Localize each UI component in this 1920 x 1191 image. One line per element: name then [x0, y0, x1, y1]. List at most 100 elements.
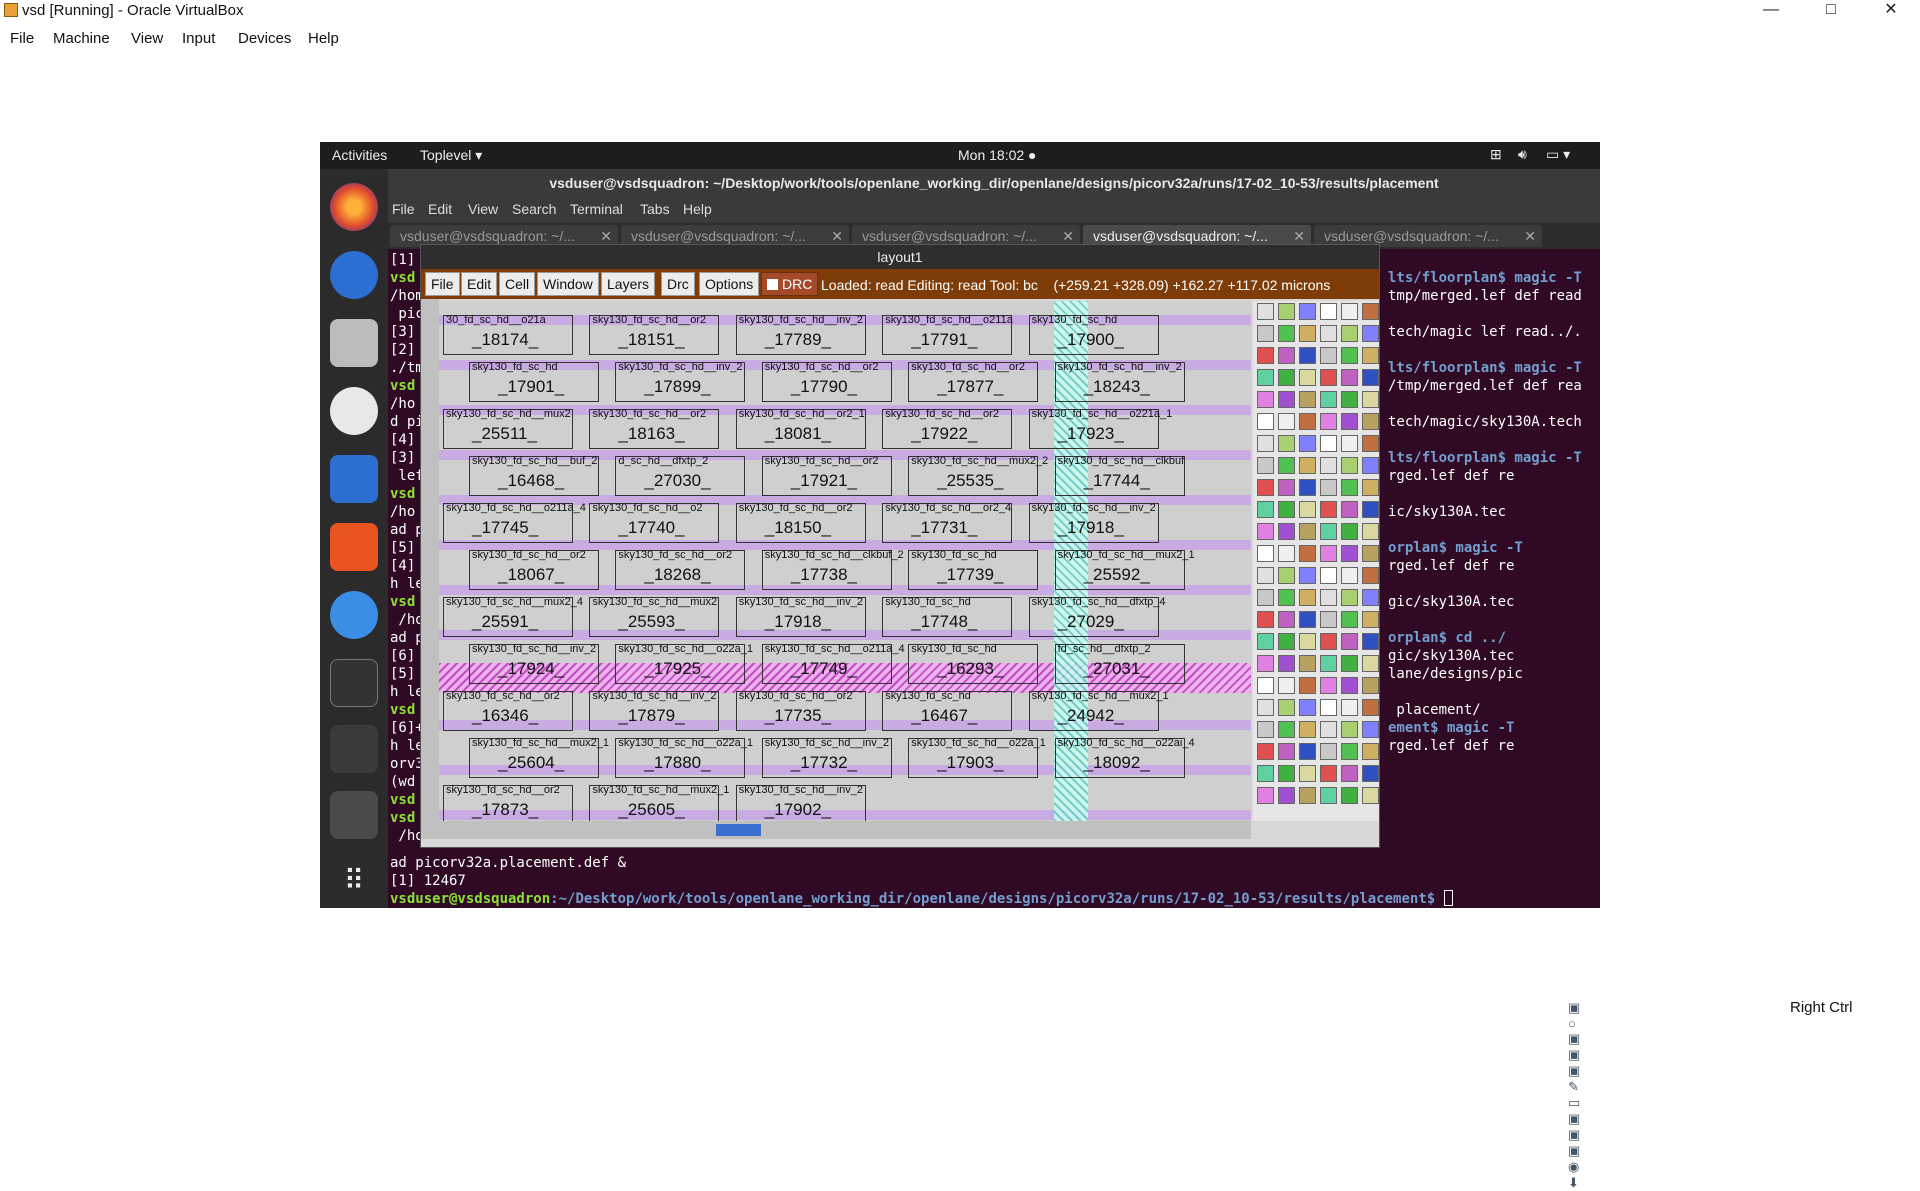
layer-swatch[interactable] — [1362, 435, 1379, 452]
std-cell[interactable]: sky130_fd_sc_hd__o211a_4 _17745_ — [443, 502, 586, 543]
std-cell[interactable]: sky130_fd_sc_hd__or2_4 _17731_ — [882, 502, 1013, 543]
layer-swatch[interactable] — [1278, 655, 1295, 672]
layer-swatch[interactable] — [1278, 611, 1295, 628]
std-cell[interactable]: sky130_fd_sc_hd__mux2_1 _25592_ — [1054, 549, 1195, 590]
std-cell[interactable]: sky130_fd_sc_hd__or2 _18163_ — [589, 408, 720, 449]
terminal-menu-search[interactable]: Search — [512, 201, 556, 217]
std-cell[interactable]: sky130_fd_sc_hd__or2 _17877_ — [908, 361, 1039, 402]
std-cell[interactable]: sky130_fd_sc_hd _16467_ — [882, 690, 1013, 731]
std-cell[interactable]: sky130_fd_sc_hd__inv_2 _17899_ — [615, 361, 746, 402]
layer-swatch[interactable] — [1299, 589, 1316, 606]
help-icon[interactable] — [330, 591, 378, 639]
activities-button[interactable]: Activities — [332, 147, 387, 163]
layer-swatch[interactable] — [1257, 765, 1274, 782]
layer-swatch[interactable] — [1299, 435, 1316, 452]
layer-swatch[interactable] — [1362, 501, 1379, 518]
layer-swatch[interactable] — [1320, 435, 1337, 452]
std-cell[interactable]: sky130_fd_sc_hd__o22ai_4 _18092_ — [1054, 737, 1195, 778]
std-cell[interactable]: sky130_fd_sc_hd__mux2 _25593_ — [589, 596, 720, 637]
std-cell[interactable]: sky130_fd_sc_hd__o221a_1 _17923_ — [1028, 408, 1172, 449]
layer-swatch[interactable] — [1320, 787, 1337, 804]
std-cell[interactable]: sky130_fd_sc_hd__o211a _17791_ — [882, 314, 1013, 355]
layout-canvas[interactable]: 30_fd_sc_hd__o21a _18174_ sky130_fd_sc_hd_… — [439, 301, 1251, 821]
layer-swatch[interactable] — [1320, 545, 1337, 562]
std-cell[interactable]: sky130_fd_sc_hd__inv_2 _18243_ — [1054, 361, 1185, 402]
vertical-scrollbar[interactable] — [421, 299, 439, 821]
terminal-menu-tabs[interactable]: Tabs — [640, 201, 670, 217]
std-cell[interactable]: 30_fd_sc_hd__o21a _18174_ — [443, 314, 573, 355]
terminal-prompt[interactable]: vsduser@vsdsquadron:~/Desktop/work/tools… — [390, 890, 1453, 908]
layer-swatch[interactable] — [1320, 325, 1337, 342]
layer-swatch[interactable] — [1278, 347, 1295, 364]
layer-swatch[interactable] — [1362, 369, 1379, 386]
layer-swatch[interactable] — [1341, 787, 1358, 804]
layer-swatch[interactable] — [1278, 589, 1295, 606]
terminal-icon[interactable] — [330, 659, 378, 707]
layer-palette[interactable] — [1253, 301, 1379, 821]
layer-swatch[interactable] — [1362, 589, 1379, 606]
layer-swatch[interactable] — [1341, 325, 1358, 342]
layer-swatch[interactable] — [1299, 369, 1316, 386]
layer-swatch[interactable] — [1257, 611, 1274, 628]
close-button[interactable]: ✕ — [1868, 0, 1914, 22]
blocked-app-icon[interactable] — [330, 725, 378, 773]
layer-swatch[interactable] — [1299, 721, 1316, 738]
std-cell[interactable]: sky130_fd_sc_hd__inv_2 _17924_ — [469, 643, 599, 684]
horizontal-scrollbar[interactable] — [421, 821, 1251, 839]
layer-swatch[interactable] — [1278, 457, 1295, 474]
std-cell[interactable]: sky130_fd_sc_hd__clkbuf _17744_ — [1054, 455, 1185, 496]
std-cell[interactable]: sky130_fd_sc_hd__o2 _17740_ — [589, 502, 720, 543]
terminal-menu-view[interactable]: View — [468, 201, 498, 217]
std-cell[interactable]: sky130_fd_sc_hd__o22a_1 _17880_ — [615, 737, 753, 778]
menu-help[interactable]: Help — [308, 30, 339, 47]
layer-swatch[interactable] — [1362, 457, 1379, 474]
terminal-menu-terminal[interactable]: Terminal — [570, 201, 623, 217]
layer-swatch[interactable] — [1278, 325, 1295, 342]
layer-swatch[interactable] — [1257, 413, 1274, 430]
layer-swatch[interactable] — [1320, 611, 1337, 628]
layer-swatch[interactable] — [1299, 545, 1316, 562]
layer-swatch[interactable] — [1362, 413, 1379, 430]
layer-swatch[interactable] — [1362, 303, 1379, 320]
clock[interactable]: Mon 18:02 ● — [958, 147, 1037, 163]
layer-swatch[interactable] — [1299, 677, 1316, 694]
layer-swatch[interactable] — [1341, 369, 1358, 386]
layer-swatch[interactable] — [1341, 413, 1358, 430]
scrollbar-thumb[interactable] — [716, 824, 761, 836]
std-cell[interactable]: sky130_fd_sc_hd__o22a_1 _17925_ — [615, 643, 753, 684]
layer-swatch[interactable] — [1320, 391, 1337, 408]
layer-swatch[interactable] — [1257, 369, 1274, 386]
menu-devices[interactable]: Devices — [238, 30, 291, 47]
layer-swatch[interactable] — [1341, 479, 1358, 496]
std-cell[interactable]: sky130_fd_sc_hd__clkbuf_2 _17738_ — [761, 549, 904, 590]
layer-swatch[interactable] — [1320, 369, 1337, 386]
std-cell[interactable]: sky130_fd_sc_hd__mux2_1 _25604_ — [469, 737, 609, 778]
layer-swatch[interactable] — [1299, 523, 1316, 540]
layer-swatch[interactable] — [1362, 765, 1379, 782]
layer-swatch[interactable] — [1341, 721, 1358, 738]
layer-swatch[interactable] — [1362, 699, 1379, 716]
layer-swatch[interactable] — [1341, 589, 1358, 606]
layer-swatch[interactable] — [1341, 633, 1358, 650]
layer-swatch[interactable] — [1299, 391, 1316, 408]
layer-swatch[interactable] — [1320, 413, 1337, 430]
magic-menu-edit[interactable]: Edit — [461, 272, 498, 296]
layer-swatch[interactable] — [1257, 545, 1274, 562]
minimize-button[interactable]: — — [1748, 0, 1794, 22]
layer-swatch[interactable] — [1299, 743, 1316, 760]
std-cell[interactable]: fd_sc_hd__dfxtp_2 _27031_ — [1054, 643, 1185, 684]
layer-swatch[interactable] — [1341, 457, 1358, 474]
layer-swatch[interactable] — [1341, 501, 1358, 518]
layer-swatch[interactable] — [1299, 611, 1316, 628]
std-cell[interactable]: sky130_fd_sc_hd__or2 _17922_ — [882, 408, 1013, 449]
layer-swatch[interactable] — [1257, 391, 1274, 408]
layer-swatch[interactable] — [1299, 655, 1316, 672]
layer-swatch[interactable] — [1362, 611, 1379, 628]
layer-swatch[interactable] — [1341, 303, 1358, 320]
files-icon[interactable] — [330, 319, 378, 367]
magic-menu-options[interactable]: Options — [699, 272, 760, 296]
std-cell[interactable]: sky130_fd_sc_hd__mux2_2 _25535_ — [908, 455, 1048, 496]
layer-swatch[interactable] — [1320, 589, 1337, 606]
magic-menu-cell[interactable]: Cell — [499, 272, 536, 296]
menu-file[interactable]: File — [10, 30, 34, 47]
